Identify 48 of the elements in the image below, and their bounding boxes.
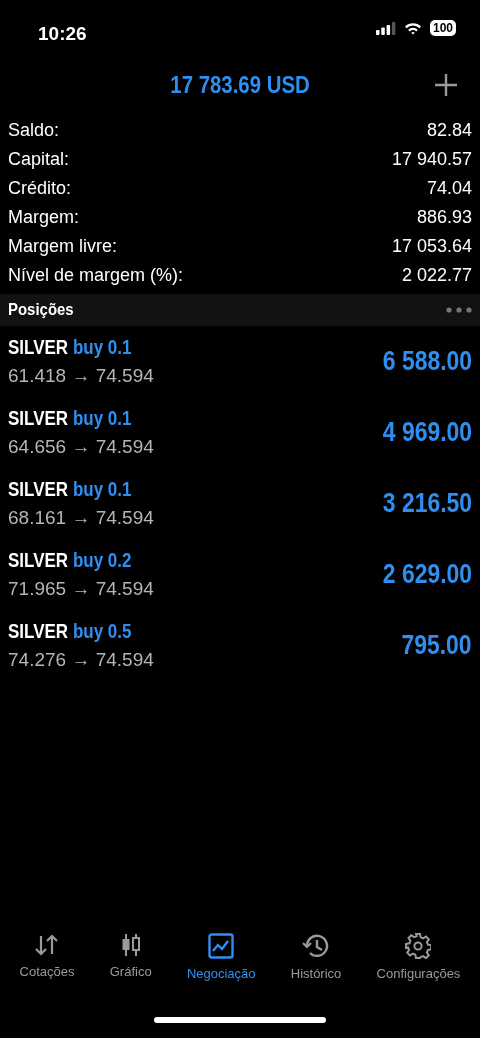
add-icon[interactable] <box>434 73 458 97</box>
position-order: buy 0.5 <box>72 620 132 643</box>
position-profit: 6 588.00 <box>382 345 472 379</box>
position-profit: 4 969.00 <box>382 416 472 450</box>
position-order: buy 0.1 <box>72 478 132 501</box>
balance-title: 17 783.69 USD <box>170 70 310 100</box>
summary-value: 2 022.77 <box>401 264 472 287</box>
position-symbol: SILVER <box>8 549 69 572</box>
summary-value: 886.93 <box>416 206 472 229</box>
summary-label: Margem: <box>8 206 79 229</box>
tab-item[interactable]: Cotações <box>19 933 75 995</box>
position-prices: 61.418 → 74.594 <box>8 364 154 389</box>
position-symbol: SILVER <box>8 407 69 430</box>
position-prices: 71.965 → 74.594 <box>8 577 154 602</box>
position-order: buy 0.2 <box>72 549 132 572</box>
position-prices: 64.656 → 74.594 <box>8 435 154 460</box>
tab-item[interactable]: Configurações <box>376 933 461 995</box>
summary-value: 74.04 <box>426 177 472 200</box>
position-order: buy 0.1 <box>72 407 132 430</box>
position-symbol: SILVER <box>8 478 69 501</box>
position-prices: 68.161 → 74.594 <box>8 506 154 531</box>
position-profit: 3 216.50 <box>382 487 472 521</box>
summary-value: 17 053.64 <box>391 235 472 258</box>
position-prices: 74.276 → 74.594 <box>8 648 154 673</box>
summary-label: Nível de margem (%): <box>8 264 184 287</box>
tab-item[interactable]: Negociação <box>186 933 256 995</box>
signal-icon <box>375 21 396 35</box>
tab-item[interactable]: Histórico <box>290 933 342 995</box>
position-profit: 2 629.00 <box>382 558 472 592</box>
position-symbol: SILVER <box>8 336 69 359</box>
settings-icon <box>405 933 432 959</box>
summary-label: Capital: <box>8 148 70 171</box>
position-order: buy 0.1 <box>72 336 132 359</box>
clock-time: 10:26 <box>38 22 87 46</box>
battery-level: 100 <box>429 20 456 36</box>
summary-label: Margem livre: <box>8 235 118 258</box>
section-title: Posições <box>8 299 74 322</box>
position-profit: 795.00 <box>401 629 472 663</box>
summary-label: Crédito: <box>8 177 72 200</box>
chart-icon <box>208 933 235 959</box>
tab-item[interactable]: Gráfico <box>109 933 152 995</box>
more-icon[interactable] <box>446 307 472 313</box>
summary-value: 17 940.57 <box>391 148 472 171</box>
history-icon <box>302 933 331 959</box>
summary-value: 82.84 <box>426 119 472 142</box>
position-symbol: SILVER <box>8 620 69 643</box>
wifi-icon <box>403 21 422 35</box>
summary-label: Saldo: <box>8 119 60 142</box>
